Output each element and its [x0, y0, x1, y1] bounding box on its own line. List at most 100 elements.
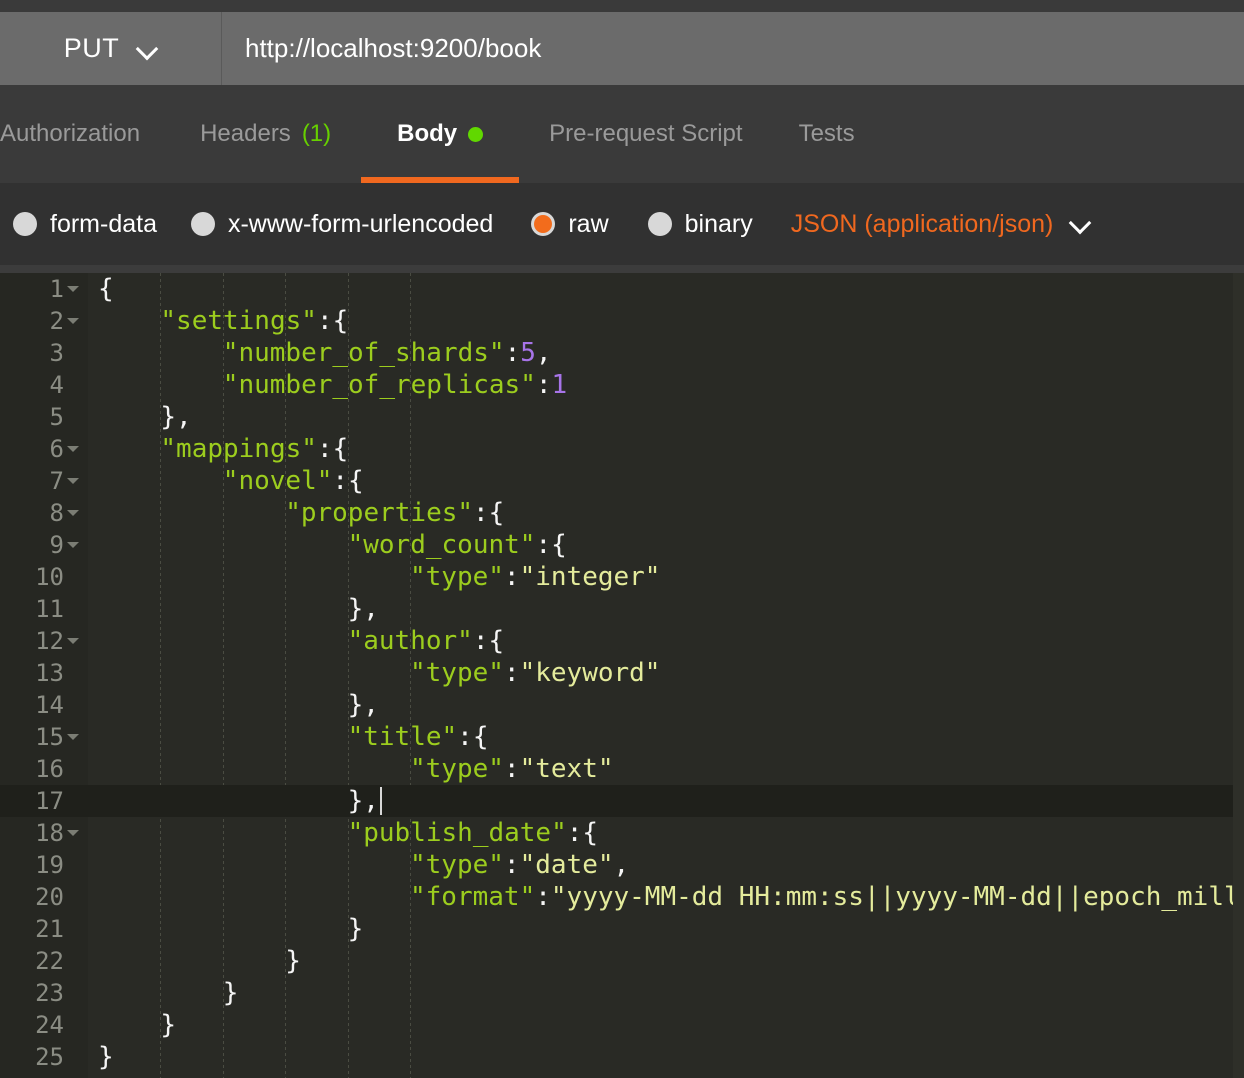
line-content: } — [98, 1042, 114, 1072]
editor-line[interactable]: 18 "publish_date":{ — [0, 817, 1244, 849]
request-url-value: http://localhost:9200/book — [245, 33, 542, 63]
request-url-input[interactable]: http://localhost:9200/book — [222, 12, 1244, 85]
tab-body-label: Body — [397, 120, 458, 147]
fold-toggle-icon[interactable] — [64, 529, 82, 561]
editor-line[interactable]: 1{ — [0, 273, 1244, 305]
line-number: 14 — [0, 689, 88, 721]
line-number: 3 — [0, 337, 88, 369]
fold-toggle-icon[interactable] — [64, 625, 82, 657]
editor-scrollbar[interactable] — [1233, 273, 1244, 1078]
editor-line[interactable]: 10 "type": "integer" — [0, 561, 1244, 593]
radio-icon[interactable] — [13, 212, 37, 236]
tab-headers-label: Headers — [200, 120, 291, 147]
radio-icon[interactable] — [190, 212, 215, 236]
editor-line[interactable]: 9 "word_count":{ — [0, 529, 1244, 561]
editor-line[interactable]: 4 "number_of_replicas":1 — [0, 369, 1244, 401]
chevron-down-icon — [1070, 214, 1090, 234]
line-number: 16 — [0, 753, 88, 785]
editor-line[interactable]: 7 "novel":{ — [0, 465, 1244, 497]
body-type-row: form-data x-www-form-urlencoded raw bina… — [0, 183, 1244, 265]
body-type-form-data-label: form-data — [50, 209, 157, 238]
editor-line[interactable]: 5}, — [0, 401, 1244, 433]
editor-line[interactable]: 25} — [0, 1041, 1244, 1073]
line-content: "format": "yyyy-MM-dd HH:mm:ss||yyyy-MM-d… — [410, 882, 1244, 912]
line-content: } — [160, 1010, 177, 1040]
editor-line[interactable]: 19 "type": "date", — [0, 849, 1244, 881]
body-type-x-www-form-urlencoded-label: x-www-form-urlencoded — [227, 209, 494, 238]
request-tabs: Authorization Headers (1) Body Pre-reque… — [0, 85, 1244, 183]
line-number: 20 — [0, 881, 88, 913]
fold-toggle-icon[interactable] — [64, 817, 82, 849]
chevron-down-icon — [137, 39, 157, 59]
line-background — [88, 1009, 1244, 1041]
editor-line[interactable]: 2 "settings":{ — [0, 305, 1244, 337]
editor-line[interactable]: 21} — [0, 913, 1244, 945]
body-type-raw[interactable]: raw — [531, 209, 609, 239]
editor-line[interactable]: 11}, — [0, 593, 1244, 625]
body-type-x-www-form-urlencoded[interactable]: x-www-form-urlencoded — [190, 209, 494, 239]
http-method-dropdown[interactable]: PUT — [0, 12, 222, 85]
line-number: 22 — [0, 945, 88, 977]
body-has-content-dot-icon — [468, 126, 484, 142]
tab-headers-count: (1) — [301, 120, 332, 147]
fold-toggle-icon[interactable] — [64, 305, 82, 337]
line-number: 13 — [0, 657, 88, 689]
line-background — [88, 1041, 1244, 1073]
editor-line[interactable]: 6 "mappings":{ — [0, 433, 1244, 465]
body-type-form-data[interactable]: form-data — [13, 210, 157, 239]
request-body-editor[interactable]: 1{2 "settings":{3 "number_of_shards":5, 4 "n… — [0, 273, 1244, 1078]
line-number: 4 — [0, 369, 88, 401]
editor-line[interactable]: 20 "format": "yyyy-MM-dd HH:mm:ss||yyyy-MM… — [0, 881, 1244, 913]
text-cursor — [379, 787, 382, 815]
fold-toggle-icon[interactable] — [64, 721, 82, 753]
content-type-dropdown[interactable]: JSON (application/json) — [791, 210, 1091, 239]
radio-selected-icon[interactable] — [531, 212, 556, 236]
line-content: "number_of_replicas":1 — [222, 370, 568, 400]
fold-toggle-icon[interactable] — [64, 433, 82, 465]
line-number: 6 — [0, 433, 88, 465]
fold-toggle-icon[interactable] — [64, 497, 82, 529]
line-content: }, — [347, 690, 379, 720]
line-number: 19 — [0, 849, 88, 881]
body-type-raw-label: raw — [568, 209, 609, 238]
editor-line[interactable]: 3 "number_of_shards":5, — [0, 337, 1244, 369]
editor-line[interactable]: 16 "type": "text" — [0, 753, 1244, 785]
body-type-binary-label: binary — [684, 209, 753, 238]
body-type-binary[interactable]: binary — [647, 209, 753, 239]
line-content: }, — [88, 785, 382, 817]
line-content: "mappings":{ — [160, 434, 349, 464]
editor-line[interactable]: 23} — [0, 977, 1244, 1009]
radio-icon[interactable] — [647, 212, 672, 236]
editor-line[interactable]: 15 "title":{ — [0, 721, 1244, 753]
tab-tests[interactable]: Tests — [773, 85, 881, 183]
tab-body[interactable]: Body — [361, 85, 520, 183]
line-content: "publish_date":{ — [347, 818, 599, 848]
line-background — [88, 401, 1244, 433]
editor-line[interactable]: 14}, — [0, 689, 1244, 721]
editor-line[interactable]: 17}, — [0, 785, 1244, 817]
content-type-label: JSON (application/json) — [790, 209, 1054, 238]
editor-line[interactable]: 13 "type": "keyword" — [0, 657, 1244, 689]
editor-line[interactable]: 24} — [0, 1009, 1244, 1041]
tab-authorization[interactable]: Authorization — [0, 85, 170, 183]
editor-line[interactable]: 8 "properties":{ — [0, 497, 1244, 529]
line-number: 21 — [0, 913, 88, 945]
fold-toggle-icon[interactable] — [64, 465, 82, 497]
tab-pre-request-script[interactable]: Pre-request Script — [519, 85, 772, 183]
line-content: } — [347, 914, 364, 944]
line-content: "settings":{ — [160, 306, 349, 336]
line-number: 7 — [0, 465, 88, 497]
editor-line[interactable]: 22} — [0, 945, 1244, 977]
tab-headers[interactable]: Headers (1) — [170, 85, 361, 183]
fold-toggle-icon[interactable] — [64, 273, 82, 305]
editor-line[interactable]: 12 "author":{ — [0, 625, 1244, 657]
editor-lines: 1{2 "settings":{3 "number_of_shards":5, 4 "n… — [0, 273, 1244, 1073]
